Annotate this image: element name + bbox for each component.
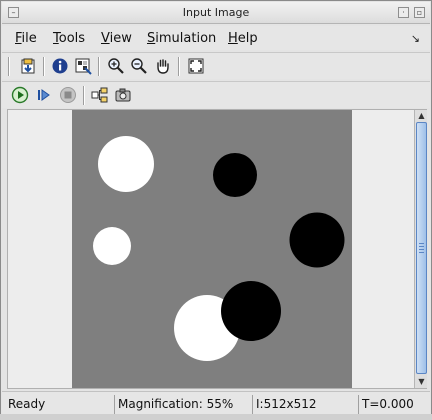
white-circle	[93, 227, 131, 265]
scroll-grip	[419, 246, 424, 247]
image-toolbar	[2, 52, 430, 79]
maximize-button[interactable]: ▫	[414, 7, 425, 18]
toolbar-separator	[43, 57, 45, 76]
zoom-out-icon[interactable]	[130, 57, 148, 75]
scroll-grip	[419, 243, 424, 244]
minimize-button[interactable]: ·	[398, 7, 409, 18]
image-viewport[interactable]: ▲ ▼	[7, 109, 427, 389]
scroll-grip	[419, 249, 424, 250]
menu-simulation[interactable]: Simulation	[147, 31, 216, 46]
start-simulation-icon[interactable]	[11, 86, 29, 104]
pixel-region-icon[interactable]	[74, 57, 92, 75]
status-magnification: Magnification: 55%	[114, 395, 250, 414]
status-bar: Ready Magnification: 55% I:512x512 T=0.0…	[2, 391, 430, 415]
black-circle	[221, 281, 281, 341]
black-circle	[289, 212, 345, 268]
toolbar-separator	[8, 57, 10, 76]
fit-to-window-icon[interactable]	[187, 57, 205, 75]
menu-file[interactable]: File	[15, 31, 37, 46]
black-circle	[213, 153, 257, 197]
print-to-figure-icon[interactable]	[19, 57, 37, 75]
scroll-thumb[interactable]	[416, 122, 427, 374]
menu-view[interactable]: View	[101, 31, 132, 46]
highlight-block-icon[interactable]	[91, 86, 109, 104]
zoom-in-icon[interactable]	[107, 57, 125, 75]
step-forward-icon[interactable]	[35, 86, 53, 104]
frame-canvas	[72, 110, 352, 388]
pan-hand-icon[interactable]	[154, 57, 172, 75]
status-time: T=0.000	[358, 395, 428, 414]
status-image-size: I:512x512	[252, 395, 356, 414]
toolbar-separator	[98, 57, 100, 76]
toolbar-separator	[178, 57, 180, 76]
video-frame-image[interactable]	[72, 110, 352, 388]
menu-tools[interactable]: Tools	[53, 31, 85, 46]
stop-simulation-icon[interactable]	[59, 86, 77, 104]
simulation-toolbar	[2, 81, 430, 108]
scroll-up-arrow-icon[interactable]: ▲	[416, 110, 427, 121]
scroll-down-arrow-icon[interactable]: ▼	[416, 376, 427, 387]
status-state: Ready	[8, 397, 46, 411]
title-bar[interactable]: – Input Image · ▫	[2, 2, 430, 24]
simulink-video-viewer-window: – Input Image · ▫ File Tools View Simula…	[0, 0, 432, 420]
toolbar-separator	[83, 86, 85, 105]
info-icon[interactable]	[51, 57, 69, 75]
export-snapshot-icon[interactable]	[114, 86, 132, 104]
white-circle	[98, 136, 154, 192]
window-title: Input Image	[182, 6, 250, 19]
menu-help[interactable]: Help	[228, 31, 258, 46]
scroll-grip	[419, 252, 424, 253]
vertical-scrollbar[interactable]: ▲ ▼	[414, 110, 427, 388]
menu-bar: File Tools View Simulation Help ↘	[2, 26, 430, 50]
dock-arrow-icon[interactable]: ↘	[411, 32, 420, 45]
window-bottom-frame	[0, 414, 432, 420]
